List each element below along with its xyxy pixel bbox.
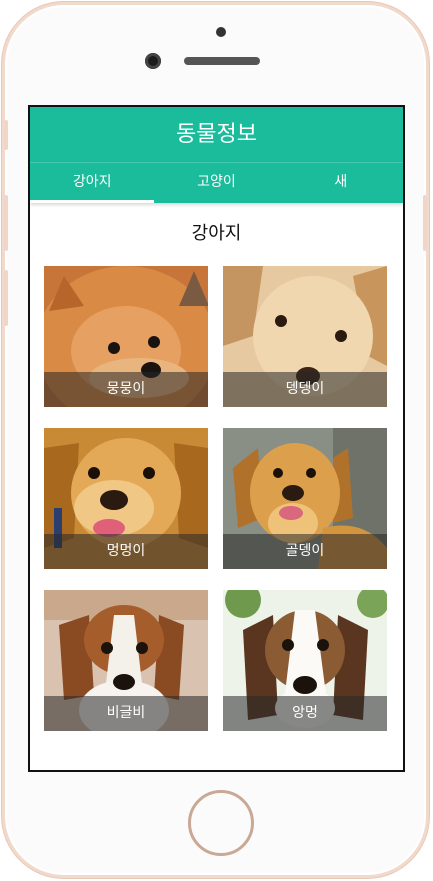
card-caption: 멍멍이 [44, 534, 208, 569]
card-caption: 골뎅이 [223, 534, 387, 569]
earpiece-speaker [184, 57, 260, 65]
animal-card[interactable]: 비글비 [44, 590, 208, 731]
section-title: 강아지 [191, 223, 242, 244]
app-screen: 동물정보 강아지 고양이 새 강아지 뭉뭉이 뎅뎅이 멍멍이 골뎅이 비글비 앙… [28, 105, 405, 772]
front-camera [145, 53, 161, 69]
mute-switch [4, 120, 8, 150]
tab-cat[interactable]: 고양이 [154, 163, 278, 203]
tab-bird[interactable]: 새 [279, 163, 403, 203]
tab-bar: 강아지 고양이 새 [30, 162, 403, 203]
tab-label: 새 [334, 174, 348, 190]
app-title: 동물정보 [30, 107, 403, 162]
animal-card[interactable]: 앙멍 [223, 590, 387, 731]
animal-card[interactable]: 뎅뎅이 [223, 266, 387, 407]
card-caption: 비글비 [44, 696, 208, 731]
volume-up-button [4, 195, 8, 251]
tab-dog[interactable]: 강아지 [30, 163, 155, 203]
animal-grid: 뭉뭉이 뎅뎅이 멍멍이 골뎅이 비글비 앙멍 [44, 266, 387, 731]
animal-card[interactable]: 멍멍이 [44, 428, 208, 569]
volume-down-button [4, 270, 8, 326]
card-caption: 앙멍 [223, 696, 387, 731]
card-caption: 뎅뎅이 [223, 372, 387, 407]
animal-card[interactable]: 골뎅이 [223, 428, 387, 569]
card-caption: 뭉뭉이 [44, 372, 208, 407]
tab-label: 강아지 [72, 174, 112, 190]
sensor-dot [216, 27, 226, 37]
power-button [423, 195, 427, 251]
tab-label: 고양이 [197, 174, 236, 190]
animal-card[interactable]: 뭉뭉이 [44, 266, 208, 407]
home-button[interactable] [188, 790, 254, 856]
